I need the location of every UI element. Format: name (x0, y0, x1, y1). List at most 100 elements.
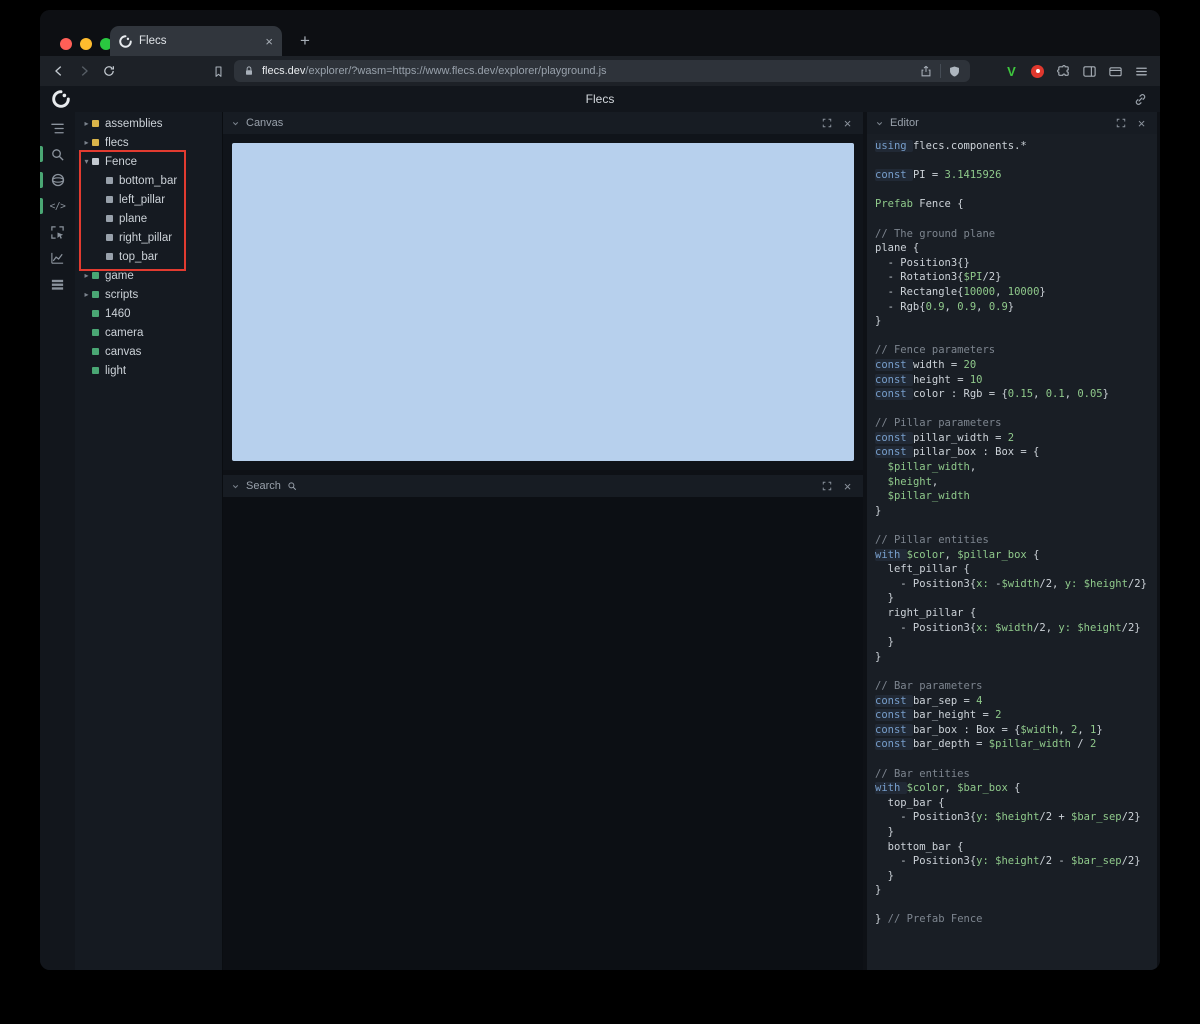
expand-icon[interactable] (819, 481, 834, 491)
close-icon[interactable]: × (840, 480, 855, 493)
tree-item-label: camera (105, 326, 144, 339)
code-line: - Position3{y: $height/2 + $bar_sep/2} (875, 811, 1141, 824)
code-line: const pillar_box : Box = { (875, 446, 1040, 459)
tree-item-label: Fence (105, 155, 137, 168)
tree-icon[interactable] (40, 115, 75, 141)
tree-collapsed-arrow-icon[interactable]: ▸ (81, 138, 92, 147)
extension-icons: V (1003, 63, 1150, 80)
tree-collapsed-arrow-icon[interactable]: ▸ (81, 290, 92, 299)
tree-item-bottom_bar[interactable]: bottom_bar (75, 171, 222, 190)
browser-tab[interactable]: Flecs × (110, 26, 282, 56)
tree-item-scripts[interactable]: ▸ scripts (75, 285, 222, 304)
code-line: } (875, 650, 882, 663)
close-window-button[interactable] (60, 38, 72, 50)
entity-color-square (106, 177, 113, 184)
search-panel-title: Search (246, 480, 281, 492)
forward-button[interactable] (75, 62, 93, 80)
menu-icon[interactable] (1133, 63, 1150, 80)
tree-item-camera[interactable]: camera (75, 323, 222, 342)
browser-window: Flecs × + flecs.dev/explorer/?wasm=https… (40, 10, 1160, 970)
code-line: right_pillar { (875, 607, 977, 619)
tree-item-light[interactable]: light (75, 361, 222, 380)
tree-item-Fence[interactable]: ▾ Fence (75, 152, 222, 171)
share-icon[interactable] (919, 64, 933, 78)
code-icon[interactable]: </> (40, 193, 75, 219)
code-line: plane { (875, 242, 920, 255)
tree-item-1460[interactable]: 1460 (75, 304, 222, 323)
address-bar[interactable]: flecs.dev/explorer/?wasm=https://www.fle… (234, 60, 970, 82)
tree-item-canvas[interactable]: canvas (75, 342, 222, 361)
expand-icon[interactable] (1113, 118, 1128, 128)
scene-icon[interactable] (40, 167, 75, 193)
code-editor[interactable]: using flecs.components.* const PI = 3.14… (867, 134, 1157, 970)
inspect-icon[interactable] (40, 219, 75, 245)
tree-collapsed-arrow-icon[interactable]: ▸ (81, 119, 92, 128)
entity-color-square (92, 291, 99, 298)
code-line: $pillar_width (887, 490, 970, 503)
back-button[interactable] (50, 62, 68, 80)
v-extension-icon[interactable]: V (1003, 63, 1020, 80)
collapse-caret-icon[interactable] (875, 119, 884, 128)
code-line: using flecs.components.* (875, 140, 1027, 152)
entity-tree: ▸ assemblies ▸ flecs ▾ Fence bottom_bar left_pi… (75, 112, 222, 970)
tree-item-flecs[interactable]: ▸ flecs (75, 133, 222, 152)
3d-canvas[interactable] (232, 143, 854, 461)
minimize-window-button[interactable] (80, 38, 92, 50)
red-dot-extension-icon[interactable] (1029, 63, 1046, 80)
tree-item-game[interactable]: ▸ game (75, 266, 222, 285)
tree-item-right_pillar[interactable]: right_pillar (75, 228, 222, 247)
entity-color-square (92, 120, 99, 127)
entity-color-square (92, 367, 99, 374)
code-line: } (875, 315, 882, 328)
window-controls (60, 38, 112, 50)
tree-item-left_pillar[interactable]: left_pillar (75, 190, 222, 209)
share-link-icon[interactable] (1133, 92, 1148, 107)
code-line: - Position3{} (875, 256, 970, 269)
code-line: with $color, $bar_box { (875, 782, 1021, 795)
code-line: // Pillar parameters (875, 417, 1002, 430)
tree-item-top_bar[interactable]: top_bar (75, 247, 222, 266)
code-line: } (875, 504, 882, 517)
tree-item-label: left_pillar (119, 193, 166, 206)
editor-panel: Editor × using flecs.components.* const … (867, 112, 1157, 970)
code-line: $pillar_width, (887, 461, 977, 474)
code-line: // Fence parameters (875, 344, 996, 357)
collapse-caret-icon[interactable] (231, 119, 240, 128)
canvas-panel-title: Canvas (246, 117, 284, 129)
entity-color-square (92, 329, 99, 336)
editor-panel-header: Editor × (867, 112, 1157, 134)
new-tab-button[interactable]: + (294, 30, 316, 52)
collapse-caret-icon[interactable] (231, 482, 240, 491)
expand-icon[interactable] (819, 118, 834, 128)
tree-item-label: right_pillar (119, 231, 173, 244)
search-icon[interactable] (40, 141, 75, 167)
tree-item-label: bottom_bar (119, 174, 178, 187)
tab-close-icon[interactable]: × (265, 35, 273, 48)
canvas-panel-header: Canvas × (223, 112, 863, 134)
tree-item-label: 1460 (105, 307, 131, 320)
tree-item-plane[interactable]: plane (75, 209, 222, 228)
code-line: - Position3{y: $height/2 - $bar_sep/2} (875, 855, 1141, 868)
browser-toolbar: flecs.dev/explorer/?wasm=https://www.fle… (40, 56, 1160, 86)
close-icon[interactable]: × (840, 117, 855, 130)
puzzle-extensions-icon[interactable] (1055, 63, 1072, 80)
rows-icon[interactable] (40, 271, 75, 297)
wallet-icon[interactable] (1107, 63, 1124, 80)
bookmark-icon[interactable] (209, 62, 227, 80)
reload-button[interactable] (100, 62, 118, 80)
code-line: const bar_box : Box = {$width, 2, 1} (875, 723, 1103, 736)
search-results-area (223, 497, 863, 970)
chart-icon[interactable] (40, 245, 75, 271)
close-icon[interactable]: × (1134, 117, 1149, 130)
tab-title: Flecs (139, 35, 167, 47)
canvas-panel: Canvas × (223, 112, 863, 470)
search-panel-header: Search × (223, 475, 863, 497)
tree-collapsed-arrow-icon[interactable]: ▸ (81, 271, 92, 280)
entity-color-square (92, 158, 99, 165)
shield-icon[interactable] (948, 65, 961, 78)
tree-item-assemblies[interactable]: ▸ assemblies (75, 114, 222, 133)
tree-expanded-arrow-icon[interactable]: ▾ (81, 157, 92, 166)
sidebar-toggle-icon[interactable] (1081, 63, 1098, 80)
